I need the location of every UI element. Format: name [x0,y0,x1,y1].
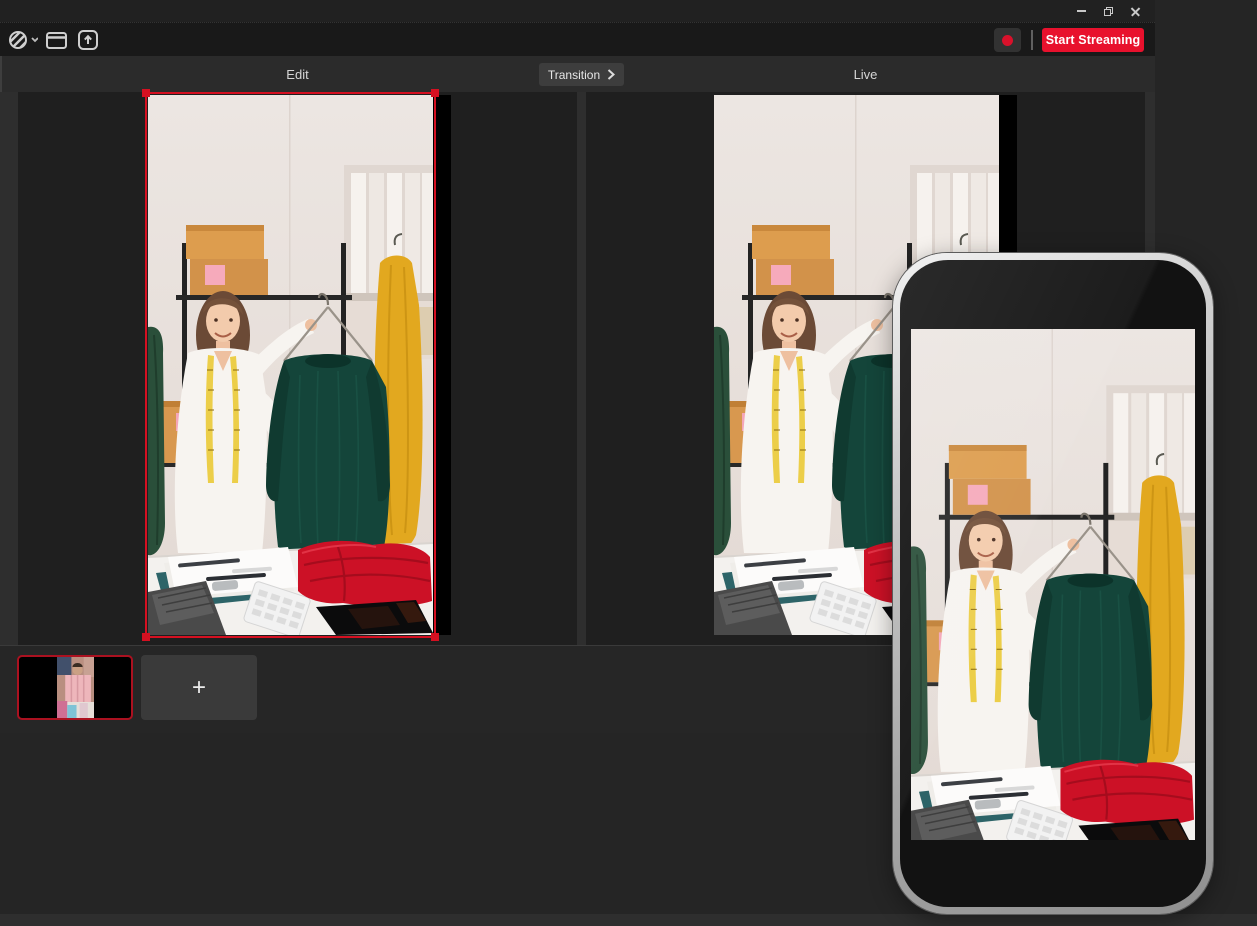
close-button[interactable] [1122,0,1149,22]
screenshot-canvas: Start Streaming Edit Transition Live [0,0,1257,926]
selection-handle-top-right[interactable] [431,89,439,97]
record-button[interactable] [994,28,1021,52]
add-icon: + [192,674,206,702]
theme-none-icon [8,30,38,50]
phone-mockup [893,253,1213,914]
toolbar-divider [1031,30,1033,50]
record-dot-icon [1002,35,1013,46]
titlebar [0,0,1155,22]
minimize-icon [1077,10,1086,12]
edit-stage[interactable] [18,92,577,645]
mini-scene-art [57,657,94,718]
selection-handle-bottom-right[interactable] [431,633,439,641]
selection-handle-top-left[interactable] [142,89,150,97]
start-streaming-button[interactable]: Start Streaming [1042,28,1144,52]
share-button[interactable] [76,28,100,52]
chevron-down-icon [32,38,38,41]
window-capture-icon [46,32,67,49]
selection-handle-bottom-left[interactable] [142,633,150,641]
selection-border[interactable] [145,92,436,638]
add-scene-button[interactable]: + [141,655,257,720]
stage-labels-row: Edit Transition Live [0,56,1155,92]
restore-button[interactable] [1095,0,1122,22]
restore-icon [1104,7,1113,16]
window-capture-button[interactable] [44,28,68,52]
minimize-button[interactable] [1068,0,1095,22]
background-bottom-strip [0,914,1257,926]
close-icon [1131,7,1140,16]
phone-bezel [900,260,1206,907]
theme-none-button[interactable] [7,28,39,52]
scene-thumbnail-active[interactable] [17,655,133,720]
scene-thumbnail-preview [57,657,94,718]
edit-panel-label: Edit [18,56,577,92]
window-controls [1068,0,1149,22]
toolbar: Start Streaming [0,22,1155,56]
share-icon [78,30,98,50]
phone-gloss-highlight [900,260,1206,907]
live-panel-label: Live [586,56,1145,92]
